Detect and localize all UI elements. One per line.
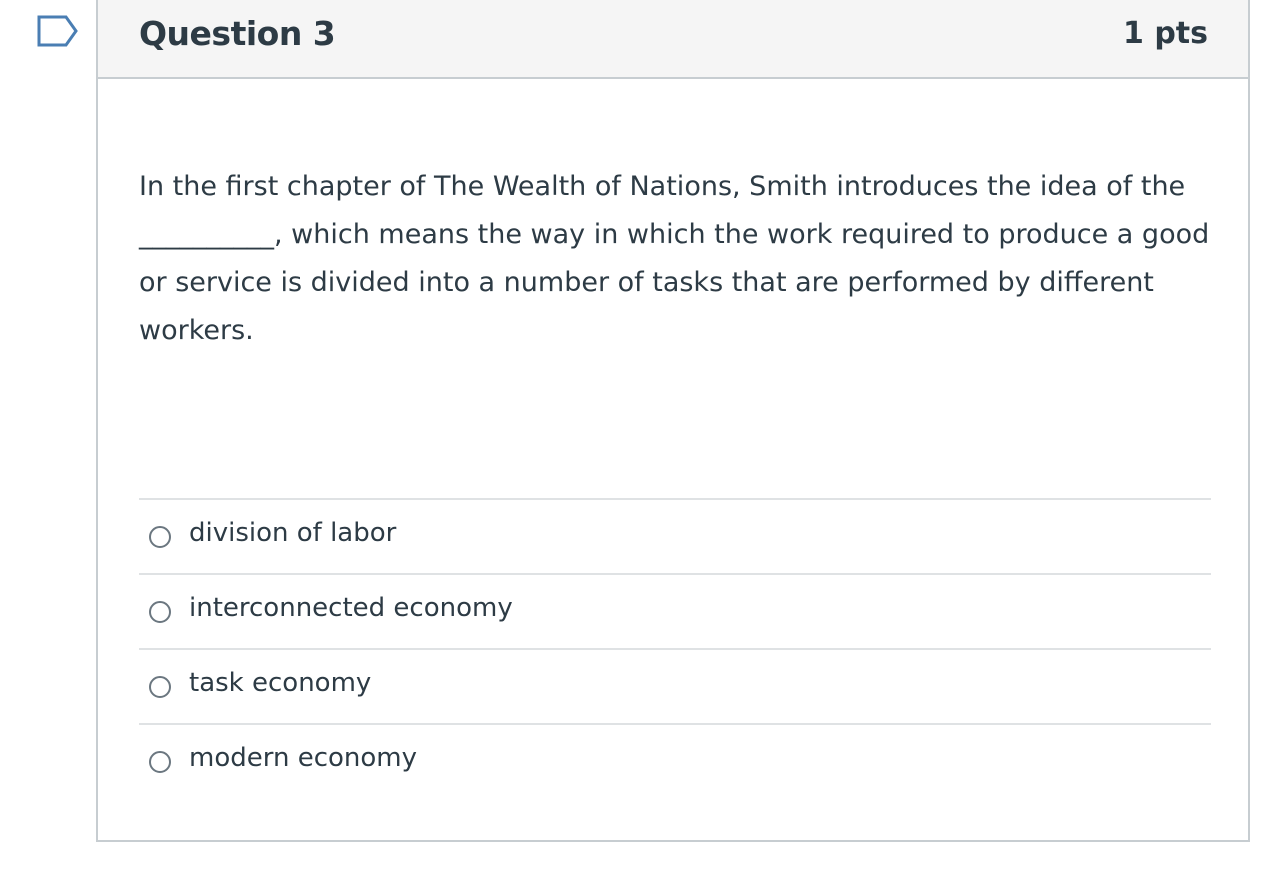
radio-button[interactable] [149,601,171,623]
answer-label[interactable]: interconnected economy [189,593,513,623]
question-card: Question 3 1 pts In the first chapter of… [96,0,1250,842]
radio-button[interactable] [149,676,171,698]
answer-option[interactable]: interconnected economy [139,573,1211,648]
radio-button[interactable] [149,751,171,773]
answer-option[interactable]: modern economy [139,723,1211,798]
answer-label[interactable]: modern economy [189,743,417,773]
question-header: Question 3 1 pts [98,0,1248,79]
answer-option[interactable]: division of labor [139,498,1211,573]
question-title: Question 3 [139,14,336,53]
answer-option[interactable]: task economy [139,648,1211,723]
question-text: In the first chapter of The Wealth of Na… [139,171,1210,346]
question-points: 1 pts [1123,16,1208,51]
flag-question-icon[interactable] [36,14,80,48]
answer-label[interactable]: task economy [189,668,371,698]
answer-list: division of labor interconnected economy… [139,498,1211,798]
answer-label[interactable]: division of labor [189,518,396,548]
radio-button[interactable] [149,526,171,548]
